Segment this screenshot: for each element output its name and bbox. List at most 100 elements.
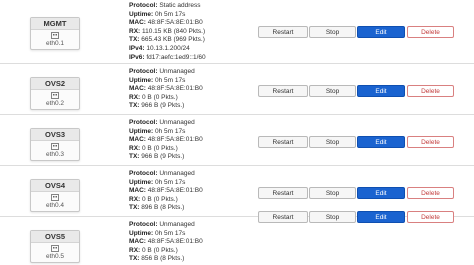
edit-button[interactable]: Edit: [357, 211, 405, 223]
edit-button[interactable]: Edit: [357, 187, 405, 199]
detail-label: IPv4:: [129, 44, 145, 52]
detail-value: 10.13.1.200/24: [146, 44, 190, 52]
interface-badge[interactable]: OVS4 eth0.4: [30, 179, 80, 212]
detail-label: Protocol:: [129, 119, 158, 126]
delete-button[interactable]: Delete: [407, 26, 454, 38]
delete-button[interactable]: Delete: [407, 136, 454, 148]
restart-button[interactable]: Restart: [258, 211, 308, 223]
detail-line: Protocol: Unmanaged: [129, 221, 203, 230]
detail-label: RX:: [129, 144, 141, 152]
detail-line: Uptime: 0h 5m 17s: [129, 179, 203, 188]
detail-line: MAC: 48:8F:5A:8E:01:B0: [129, 187, 203, 196]
delete-button[interactable]: Delete: [407, 85, 454, 97]
detail-line: Uptime: 0h 5m 17s: [129, 77, 203, 86]
network-port-icon: [51, 143, 59, 150]
interface-name: OVS2: [31, 78, 79, 90]
interface-badge[interactable]: OVS5 eth0.5: [30, 230, 80, 263]
interface-badge[interactable]: OVS2 eth0.2: [30, 77, 80, 110]
detail-label: TX:: [129, 102, 140, 110]
detail-line: Protocol: Unmanaged: [129, 170, 203, 179]
detail-label: MAC:: [129, 187, 146, 195]
interface-badge[interactable]: MGMT eth0.1: [30, 17, 80, 50]
interface-row-mgmt: MGMT eth0.1 Protocol: Static address Upt…: [0, 0, 474, 61]
interface-name: OVS5: [31, 231, 79, 243]
detail-label: Protocol:: [129, 170, 158, 177]
detail-label: RX:: [129, 195, 141, 203]
detail-value: 0h 5m 17s: [155, 229, 186, 237]
detail-label: Uptime:: [129, 76, 154, 84]
stop-button[interactable]: Stop: [309, 211, 356, 223]
network-port-icon: [51, 32, 59, 39]
delete-button[interactable]: Delete: [407, 187, 454, 199]
stop-button[interactable]: Stop: [309, 136, 356, 148]
detail-line: TX: 896 B (8 Pkts.): [129, 204, 203, 213]
detail-line: TX: 856 B (8 Pkts.): [129, 255, 203, 264]
detail-line: MAC: 48:8F:5A:8E:01:B0: [129, 136, 203, 145]
restart-button[interactable]: Restart: [258, 136, 308, 148]
detail-line: IPv6: fd17:aefc:1ed9::1/60: [129, 54, 206, 63]
detail-label: RX:: [129, 246, 141, 254]
detail-value: 856 B (8 Pkts.): [141, 255, 185, 263]
interface-row-ovs3: OVS3 eth0.3 Protocol: Unmanaged Uptime: …: [0, 117, 474, 166]
detail-value: 0 B (0 Pkts.): [142, 246, 178, 254]
detail-line: Protocol: Unmanaged: [129, 68, 203, 77]
detail-line: TX: 665.43 KB (969 Pkts.): [129, 36, 206, 45]
detail-value: 665.43 KB (969 Pkts.): [141, 36, 205, 44]
detail-label: Uptime:: [129, 178, 154, 186]
interface-badge[interactable]: OVS3 eth0.3: [30, 128, 80, 161]
detail-value: 0 B (0 Pkts.): [142, 195, 178, 203]
detail-label: MAC:: [129, 136, 146, 144]
detail-value: 110.15 KB (840 Pkts.): [142, 27, 206, 35]
interface-details: Protocol: Unmanaged Uptime: 0h 5m 17s MA…: [129, 170, 203, 213]
edit-button[interactable]: Edit: [357, 85, 405, 97]
interface-details: Protocol: Unmanaged Uptime: 0h 5m 17s MA…: [129, 68, 203, 111]
stop-button[interactable]: Stop: [309, 26, 356, 38]
detail-label: IPv6:: [129, 53, 145, 61]
edit-button[interactable]: Edit: [357, 26, 405, 38]
interface-row-ovs5: OVS5 eth0.5 Protocol: Unmanaged Uptime: …: [0, 211, 474, 265]
detail-value: 0h 5m 17s: [155, 76, 186, 84]
detail-line: Uptime: 0h 5m 17s: [129, 11, 206, 20]
detail-label: MAC:: [129, 238, 146, 246]
interfaces-page: MGMT eth0.1 Protocol: Static address Upt…: [0, 0, 474, 265]
detail-label: RX:: [129, 27, 141, 35]
detail-value: fd17:aefc:1ed9::1/60: [146, 53, 206, 61]
interface-details: Protocol: Unmanaged Uptime: 0h 5m 17s MA…: [129, 221, 203, 264]
detail-line: MAC: 48:8F:5A:8E:01:B0: [129, 85, 203, 94]
detail-value: 0h 5m 17s: [155, 10, 186, 18]
detail-line: Protocol: Static address: [129, 2, 206, 11]
stop-button[interactable]: Stop: [309, 187, 356, 199]
restart-button[interactable]: Restart: [258, 26, 308, 38]
interface-device: eth0.1: [45, 40, 65, 47]
detail-value: 48:8F:5A:8E:01:B0: [147, 136, 203, 144]
row-divider: [0, 63, 474, 64]
detail-value: 48:8F:5A:8E:01:B0: [147, 19, 203, 27]
detail-value: 48:8F:5A:8E:01:B0: [147, 238, 203, 246]
detail-label: RX:: [129, 93, 141, 101]
restart-button[interactable]: Restart: [258, 85, 308, 97]
interface-row-ovs4: OVS4 eth0.4 Protocol: Unmanaged Uptime: …: [0, 168, 474, 217]
network-port-icon: [51, 245, 59, 252]
detail-value: 966 B (9 Pkts.): [141, 153, 185, 161]
detail-label: TX:: [129, 255, 140, 263]
network-port-icon: [51, 194, 59, 201]
detail-value: Unmanaged: [159, 68, 195, 75]
interface-name: OVS4: [31, 180, 79, 192]
delete-button[interactable]: Delete: [407, 211, 454, 223]
detail-value: Static address: [159, 2, 201, 9]
stop-button[interactable]: Stop: [309, 85, 356, 97]
edit-button[interactable]: Edit: [357, 136, 405, 148]
detail-line: RX: 0 B (0 Pkts.): [129, 145, 203, 154]
detail-label: Uptime:: [129, 229, 154, 237]
detail-line: IPv4: 10.13.1.200/24: [129, 45, 206, 54]
detail-value: Unmanaged: [159, 170, 195, 177]
restart-button[interactable]: Restart: [258, 187, 308, 199]
detail-label: Protocol:: [129, 68, 158, 75]
detail-value: 0h 5m 17s: [155, 178, 186, 186]
detail-value: 0 B (0 Pkts.): [142, 144, 178, 152]
detail-line: RX: 0 B (0 Pkts.): [129, 247, 203, 256]
detail-value: 0h 5m 17s: [155, 127, 186, 135]
detail-value: 48:8F:5A:8E:01:B0: [147, 187, 203, 195]
interface-name: OVS3: [31, 129, 79, 141]
detail-label: Uptime:: [129, 10, 154, 18]
